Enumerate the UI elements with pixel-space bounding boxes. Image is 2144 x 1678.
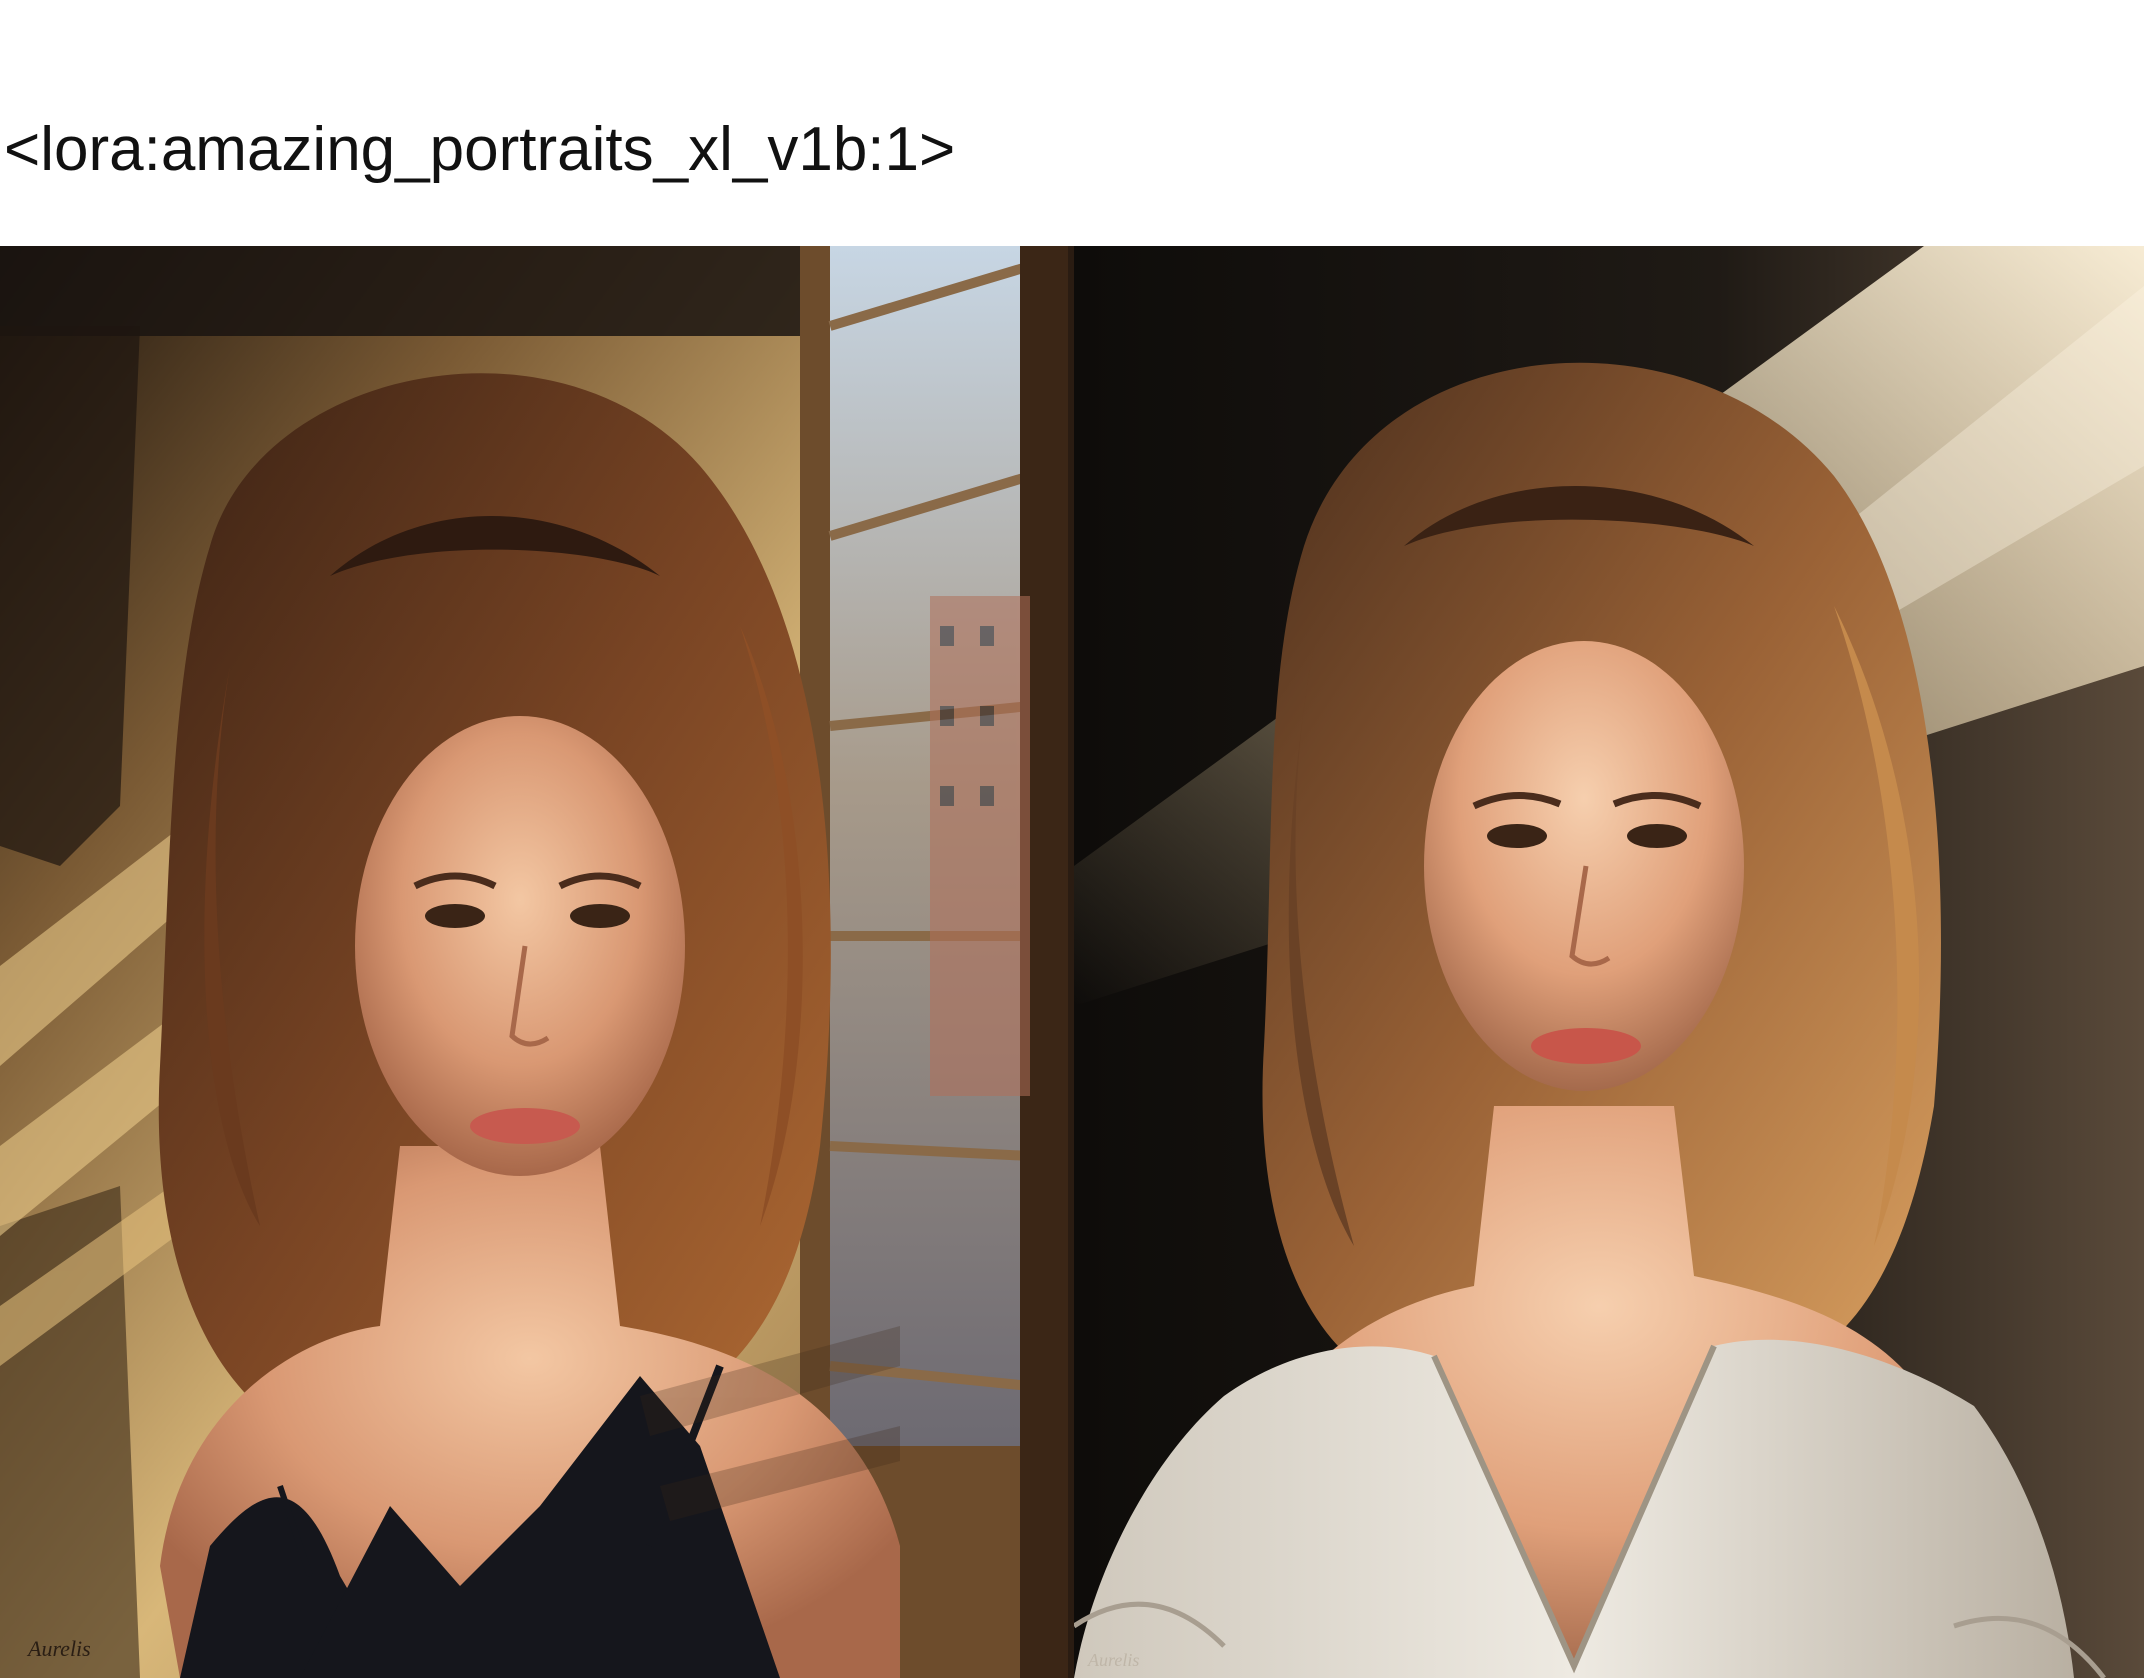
signature-icon: Aurelis — [26, 1636, 91, 1661]
caption-text: <lora:amazing_portraits_xl_v1b:1> — [4, 115, 956, 184]
buildings-outside — [930, 596, 1030, 1096]
left-eye — [1487, 824, 1547, 848]
lips — [1531, 1028, 1641, 1064]
lips — [470, 1108, 580, 1144]
portrait-painting-left: Aurelis — [0, 246, 1068, 1678]
header: <lora:amazing_portraits_xl_v1b:1> — [0, 0, 2144, 246]
face — [355, 716, 685, 1176]
left-eye — [425, 904, 485, 928]
right-eye — [570, 904, 630, 928]
portrait-image-left: Aurelis — [0, 246, 1068, 1678]
signature-icon: Aurelis — [1087, 1650, 1139, 1670]
portrait-painting-right: Aurelis — [1074, 246, 2144, 1678]
portrait-image-right: Aurelis — [1074, 246, 2144, 1678]
right-eye — [1627, 824, 1687, 848]
